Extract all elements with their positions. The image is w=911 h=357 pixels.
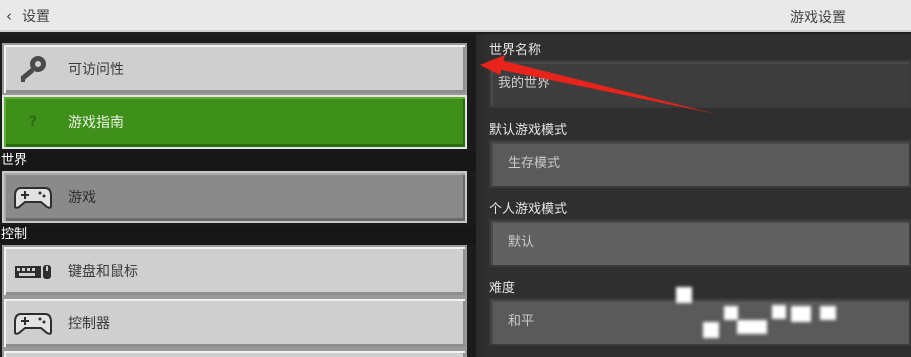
world-name-input[interactable]: 我的世界	[489, 60, 911, 108]
blur-mark	[737, 320, 767, 334]
sidebar-item-accessibility[interactable]: 可访问性	[2, 43, 467, 95]
personal-game-mode-label: 个人游戏模式	[489, 202, 568, 217]
default-game-mode-label: 默认游戏模式	[489, 123, 568, 138]
sidebar-item-label: 键盘和鼠标	[68, 264, 138, 280]
blur-mark	[724, 306, 738, 320]
panel-divider	[476, 34, 484, 357]
sidebar-item-label: 游戏指南	[68, 115, 124, 131]
sidebar-item-label: 控制器	[68, 316, 110, 332]
controller-icon	[12, 182, 54, 212]
back-label: 设置	[22, 9, 50, 25]
section-header-controls: 控制	[0, 225, 476, 245]
sidebar-item-label: 游戏	[68, 190, 96, 206]
blur-mark	[703, 322, 719, 338]
chevron-left-icon: ‹	[6, 7, 12, 25]
world-name-label: 世界名称	[489, 43, 542, 58]
sidebar-item-game-guide[interactable]: ? 游戏指南	[2, 95, 467, 149]
key-icon	[12, 54, 54, 84]
blur-mark	[791, 306, 811, 322]
sidebar-item-keyboard-mouse[interactable]: 键盘和鼠标	[2, 245, 467, 297]
sidebar-item-label: 可访问性	[68, 62, 124, 78]
default-game-mode-dropdown[interactable]: 生存模式	[489, 140, 911, 188]
keyboard-mouse-icon	[12, 256, 54, 286]
blur-mark	[820, 306, 836, 320]
back-button[interactable]: ‹ 设置	[6, 5, 50, 27]
question-icon: ?	[28, 114, 38, 130]
sidebar-item-partial[interactable]	[2, 349, 467, 357]
sidebar-item-controller[interactable]: 控制器	[2, 297, 467, 349]
title-bar: ‹ 设置 游戏设置	[0, 0, 911, 32]
blur-mark	[676, 287, 692, 303]
controller-icon	[12, 308, 54, 338]
game-settings-panel: 世界名称 我的世界 默认游戏模式 生存模式 个人游戏模式 默认 难度 和平	[484, 34, 911, 357]
personal-game-mode-dropdown[interactable]: 默认	[489, 219, 911, 267]
difficulty-label: 难度	[489, 281, 516, 296]
difficulty-dropdown[interactable]: 和平	[489, 298, 911, 346]
sidebar-item-game[interactable]: 游戏	[2, 171, 467, 223]
settings-sidebar: 可访问性 ? 游戏指南 世界 游戏 控制 键盘和鼠标 控制器	[0, 34, 476, 357]
page-title: 游戏设置	[790, 10, 846, 26]
section-header-world: 世界	[0, 151, 476, 171]
blur-mark	[772, 305, 786, 319]
